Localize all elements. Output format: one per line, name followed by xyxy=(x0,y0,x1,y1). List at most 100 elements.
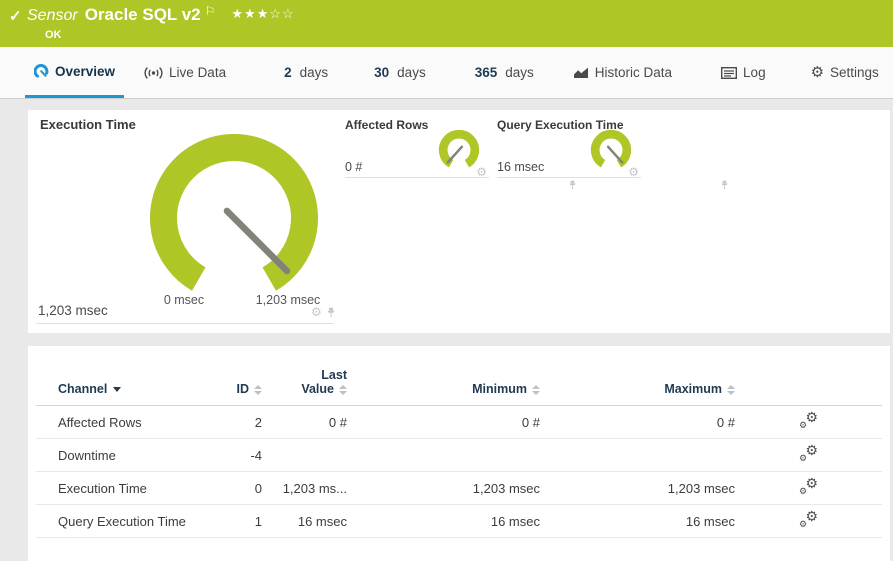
sort-icon xyxy=(532,384,540,395)
column-header-actions xyxy=(735,346,882,406)
tab-settings[interactable]: ⚙ Settings xyxy=(811,47,879,98)
tab-2-days-label: days xyxy=(299,65,329,80)
gauge-scale-min: 0 msec xyxy=(163,293,205,307)
channel-minimum: 0 # xyxy=(347,405,540,439)
stars-empty: ☆☆ xyxy=(269,6,295,21)
status-badge: OK xyxy=(45,29,62,41)
tile-separator xyxy=(36,323,334,324)
sort-icon xyxy=(254,384,262,395)
gauge-needle xyxy=(606,145,624,164)
channel-minimum xyxy=(347,438,540,472)
table-row-affected-rows[interactable]: Affected Rows 2 0 # 0 # 0 # ⚙ ⚙ xyxy=(36,405,882,439)
tab-live-data[interactable]: Live Data xyxy=(138,47,232,98)
tile-separator xyxy=(345,177,489,178)
gauges-panel: Execution Time 0 msec 1,203 msec 1,203 m… xyxy=(28,110,890,333)
tab-log[interactable]: Log xyxy=(721,47,766,98)
channel-id: 0 xyxy=(198,471,262,505)
live-data-icon xyxy=(144,66,163,79)
mini-tile-affected-rows[interactable]: Affected Rows 0 # ⚙ xyxy=(345,114,576,190)
tab-365-days[interactable]: 365 days xyxy=(475,47,534,98)
affected-rows-gauge xyxy=(438,130,480,168)
channel-last-value: 1,203 ms... xyxy=(262,471,347,505)
tile-separator xyxy=(497,177,641,178)
table-row-query-execution-time[interactable]: Query Execution Time 1 16 msec 16 msec 1… xyxy=(36,504,882,538)
channel-name[interactable]: Execution Time xyxy=(36,471,198,505)
status-ok-check-icon: ✓ xyxy=(9,8,22,25)
column-header-last-label: Last xyxy=(321,368,347,382)
channel-id: 2 xyxy=(198,405,262,439)
settings-gear-icon: ⚙ xyxy=(810,64,825,81)
tab-historic-data-label: Historic Data xyxy=(594,65,673,80)
mini-tile-value: 0 # xyxy=(345,160,363,174)
mini-tile-query-execution-time[interactable]: Query Execution Time 16 msec ⚙ xyxy=(497,114,728,190)
channel-name[interactable]: Downtime xyxy=(36,438,198,472)
channel-last-value: 16 msec xyxy=(262,504,347,538)
table-row-downtime[interactable]: Downtime -4 ⚙ ⚙ xyxy=(36,438,882,472)
channel-settings-icon[interactable]: ⚙ ⚙ xyxy=(799,442,818,463)
mini-tile-value: 16 msec xyxy=(497,160,545,174)
channel-table-header-row: Channel ID Last Value Minimum Maximum xyxy=(36,346,882,406)
channel-table: Channel ID Last Value Minimum Maximum Af… xyxy=(36,346,882,538)
main-gauge-value: 1,203 msec xyxy=(38,303,108,318)
sensor-title-bar: ✓ Sensor Oracle SQL v2 ⚐ ★★★☆☆ OK xyxy=(0,0,893,47)
mini-tile-title: Affected Rows xyxy=(345,118,429,132)
gauge-icon xyxy=(34,63,49,78)
sensor-name[interactable]: Oracle SQL v2 xyxy=(85,5,201,24)
tab-2-days-number: 2 xyxy=(284,65,292,80)
tab-365-days-number: 365 xyxy=(474,65,498,80)
column-header-minimum[interactable]: Minimum xyxy=(347,346,540,406)
tab-log-label: Log xyxy=(743,65,766,80)
gauge-needle xyxy=(223,207,291,275)
flag-icon[interactable]: ⚐ xyxy=(205,4,216,18)
column-header-last-value[interactable]: Last Value xyxy=(262,346,347,406)
tab-historic-data[interactable]: Historic Data xyxy=(573,47,672,98)
channel-settings-icon[interactable]: ⚙ ⚙ xyxy=(799,475,818,496)
channel-id: -4 xyxy=(198,438,262,472)
gauge-needle xyxy=(446,145,464,164)
tab-2-days[interactable]: 2 days xyxy=(284,47,328,98)
column-header-value-label: Value xyxy=(301,382,334,396)
tab-30-days-label: days xyxy=(397,65,426,80)
priority-stars[interactable]: ★★★☆☆ xyxy=(231,6,294,21)
channel-settings-icon[interactable]: ⚙ ⚙ xyxy=(799,508,818,529)
query-execution-time-gauge xyxy=(590,130,632,168)
column-header-channel-label: Channel xyxy=(58,382,108,396)
column-header-maximum-label: Maximum xyxy=(664,382,722,396)
channel-maximum: 16 msec xyxy=(540,504,735,538)
tab-settings-label: Settings xyxy=(830,65,879,80)
column-header-channel[interactable]: Channel xyxy=(36,346,198,406)
sort-icon xyxy=(727,384,735,395)
tile-gear-icon[interactable]: ⚙ xyxy=(311,306,322,318)
table-row-execution-time[interactable]: Execution Time 0 1,203 ms... 1,203 msec … xyxy=(36,471,882,505)
channel-last-value xyxy=(262,438,347,472)
historic-chart-icon xyxy=(573,67,588,78)
tab-30-days-number: 30 xyxy=(374,65,390,80)
channel-maximum xyxy=(540,438,735,472)
column-header-id-label: ID xyxy=(236,382,250,396)
channel-id: 1 xyxy=(198,504,262,538)
tab-overview[interactable]: Overview xyxy=(25,47,125,98)
tab-365-days-label: days xyxy=(505,65,534,80)
pin-icon[interactable] xyxy=(326,307,336,318)
column-header-id[interactable]: ID xyxy=(198,346,262,406)
column-header-maximum[interactable]: Maximum xyxy=(540,346,735,406)
channel-name[interactable]: Query Execution Time xyxy=(36,504,198,538)
channel-maximum: 1,203 msec xyxy=(540,471,735,505)
execution-time-gauge xyxy=(150,134,318,291)
overview-content: Execution Time 0 msec 1,203 msec 1,203 m… xyxy=(0,99,893,561)
channel-settings-icon[interactable]: ⚙ ⚙ xyxy=(799,409,818,430)
stars-filled: ★★★ xyxy=(231,6,270,21)
pin-icon[interactable] xyxy=(720,180,729,190)
channel-minimum: 16 msec xyxy=(347,504,540,538)
sensor-title: Sensor Oracle SQL v2 ⚐ ★★★☆☆ xyxy=(27,4,295,25)
channel-minimum: 1,203 msec xyxy=(347,471,540,505)
channels-panel: Channel ID Last Value Minimum Maximum Af… xyxy=(28,346,890,561)
tab-live-data-label: Live Data xyxy=(169,65,227,80)
channel-name[interactable]: Affected Rows xyxy=(36,405,198,439)
main-gauge-title: Execution Time xyxy=(40,117,136,132)
sensor-kind-label: Sensor xyxy=(27,7,78,24)
sorted-desc-icon xyxy=(113,387,122,393)
tab-30-days[interactable]: 30 days xyxy=(374,47,426,98)
column-header-minimum-label: Minimum xyxy=(472,382,527,396)
sort-icon xyxy=(339,384,347,395)
